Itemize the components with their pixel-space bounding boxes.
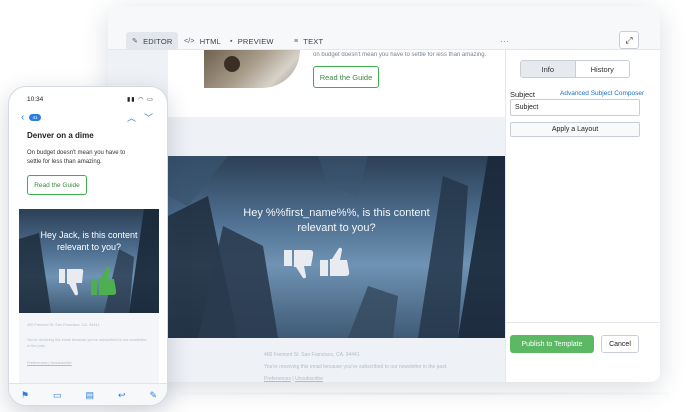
status-bar: 10:34 ▮▮ ◠ ▭ (9, 87, 167, 107)
thumbs-up-icon[interactable] (320, 247, 350, 276)
mobile-footer-notice: You're receiving this email because you'… (27, 338, 147, 348)
cancel-button[interactable]: Cancel (601, 335, 639, 353)
mobile-hero-line-2: relevant to you? (56, 242, 122, 252)
footer-notice: You're receiving this email because you'… (264, 364, 448, 370)
publish-to-template-button[interactable]: Publish to Template (510, 335, 594, 353)
flag-icon[interactable]: ⚑ (21, 390, 29, 401)
mobile-thumbs-up-icon[interactable] (91, 266, 117, 295)
mobile-hero-text: Hey Jack, is this content relevant to yo… (19, 229, 159, 253)
footer-links: Preferences | Unsubscribe (264, 376, 323, 382)
mobile-read-guide-button[interactable]: Read the Guide (27, 175, 87, 195)
tab-editor-label: EDITOR (143, 36, 173, 46)
expand-button[interactable]: ⤢ (619, 31, 639, 49)
properties-panel: Info History Subject Advanced Subject Co… (505, 50, 660, 382)
mail-nav-bar: ‹ 41 ︿﹀ (9, 109, 167, 125)
tab-editor[interactable]: ✎ EDITOR (126, 32, 179, 50)
coffee-cup-shape (224, 56, 240, 72)
tab-preview[interactable]: ▪ PREVIEW (224, 32, 280, 50)
hero-line-2: relevant to you? (297, 222, 376, 234)
unread-badge: 41 (29, 114, 41, 121)
hero-image-block[interactable]: Hey %%first_name%%, is this content rele… (168, 156, 505, 338)
screenshot-stage: ✎ EDITOR </> HTML ▪ PREVIEW ≡ TEXT ⋯ ⤢ o… (0, 0, 700, 412)
unsubscribe-link[interactable]: Unsubscribe (295, 376, 323, 382)
archive-icon[interactable]: ▤ (85, 390, 94, 401)
up-down-nav-icons[interactable]: ︿﹀ (127, 111, 161, 124)
email-subject-heading: Denver on a dime (27, 131, 94, 140)
email-footer: 400 Fremont St. San Francisco, CA. 94441… (168, 338, 505, 382)
mobile-footer-address: 400 Fremont St. San Francisco, CA. 94441 (27, 323, 100, 327)
status-time: 10:34 (27, 96, 44, 103)
read-guide-button[interactable]: Read the Guide (313, 66, 379, 88)
reply-icon[interactable]: ↩ (118, 390, 126, 401)
apply-layout-button[interactable]: Apply a Layout (510, 122, 640, 137)
thumbs-down-icon[interactable] (284, 250, 314, 279)
mobile-preview: 10:34 ▮▮ ◠ ▭ ‹ 41 ︿﹀ Denver on a dime On… (8, 86, 168, 406)
signal-wifi-battery-icon: ▮▮ ◠ ▭ (127, 97, 154, 103)
code-icon: </> (184, 37, 195, 45)
mobile-hero-block: Hey Jack, is this content relevant to yo… (19, 209, 159, 313)
tab-html[interactable]: </> HTML (178, 32, 227, 50)
mobile-feedback-icons (59, 266, 117, 296)
resize-handle-icon[interactable]: ⋯ (500, 36, 510, 47)
mobile-email-footer: 400 Fremont St. San Francisco, CA. 94441… (19, 313, 159, 383)
text-icon: ≡ (294, 37, 299, 45)
advanced-subject-composer-link[interactable]: Advanced Subject Composer (560, 90, 644, 97)
footer-address: 400 Fremont St. San Francisco, CA. 94441 (264, 352, 360, 358)
page-icon: ▪ (230, 37, 233, 45)
preferences-link[interactable]: Preferences (264, 376, 291, 382)
pencil-icon: ✎ (132, 38, 139, 45)
mobile-hero-line-1: Hey Jack, is this content (40, 230, 138, 240)
drop-shadow (180, 392, 670, 395)
info-history-toggle: Info History (520, 60, 630, 78)
email-editor-window: ✎ EDITOR </> HTML ▪ PREVIEW ≡ TEXT ⋯ ⤢ o… (108, 6, 660, 382)
mobile-thumbs-down-icon[interactable] (59, 269, 84, 296)
tab-preview-label: PREVIEW (237, 36, 274, 46)
hero-personalized-text: Hey %%first_name%%, is this content rele… (168, 206, 505, 236)
tab-html-label: HTML (199, 36, 221, 46)
editor-toolbar: ✎ EDITOR </> HTML ▪ PREVIEW ≡ TEXT ⋯ ⤢ (108, 6, 660, 50)
email-intro-text: On budget doesn't mean you have to settl… (27, 150, 126, 165)
hero-line-1: Hey %%first_name%%, is this content (243, 207, 430, 219)
subject-label: Subject (510, 90, 536, 99)
footer-separator: | (292, 376, 294, 382)
subject-input[interactable]: Subject (510, 99, 640, 116)
expand-icon: ⤢ (625, 34, 633, 45)
panel-actions: Publish to Template Cancel (506, 322, 660, 382)
folder-icon[interactable]: ▭ (53, 390, 62, 401)
feedback-icons (284, 247, 350, 279)
tab-history[interactable]: History (576, 61, 630, 77)
compose-icon[interactable]: ✎ (149, 390, 157, 401)
back-chevron-icon[interactable]: ‹ (21, 112, 24, 123)
mobile-footer-links[interactable]: Preferences | Unsubscribe (27, 361, 72, 365)
tab-text-label: TEXT (303, 36, 324, 46)
tab-text[interactable]: ≡ TEXT (288, 32, 329, 50)
mail-toolbar: ⚑ ▭ ▤ ↩ ✎ (9, 383, 167, 405)
tab-info[interactable]: Info (521, 61, 576, 77)
email-top-snippet: on budget doesn't mean you have to settl… (313, 52, 487, 58)
